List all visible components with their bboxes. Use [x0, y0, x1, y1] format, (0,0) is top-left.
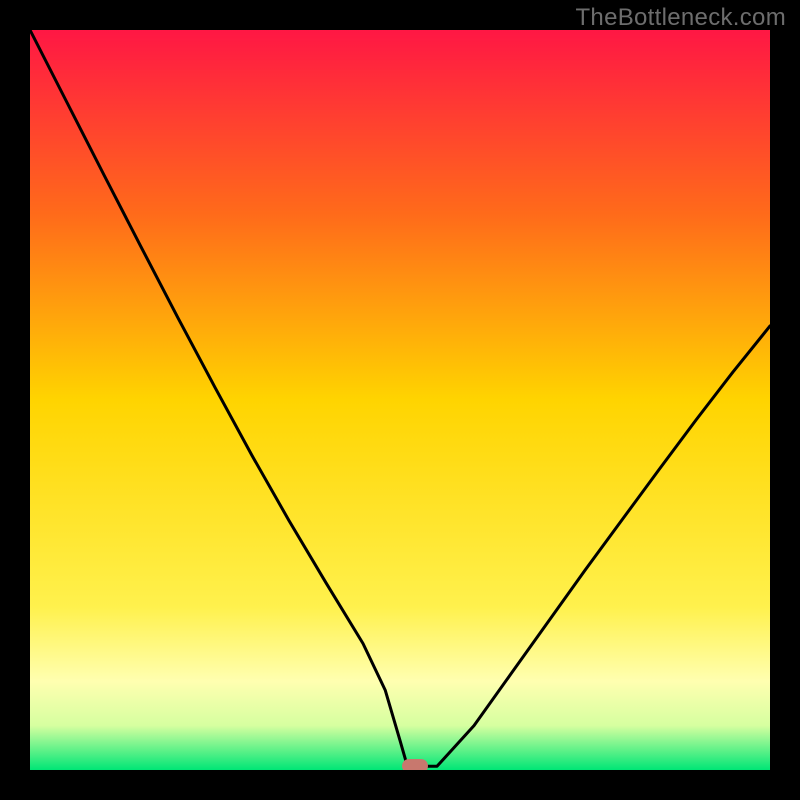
watermark-text: TheBottleneck.com — [575, 4, 786, 32]
chart-svg — [30, 30, 770, 770]
chart-outer-frame: TheBottleneck.com — [0, 0, 800, 800]
gradient-background — [30, 30, 770, 770]
chart-plot-area — [30, 30, 770, 770]
